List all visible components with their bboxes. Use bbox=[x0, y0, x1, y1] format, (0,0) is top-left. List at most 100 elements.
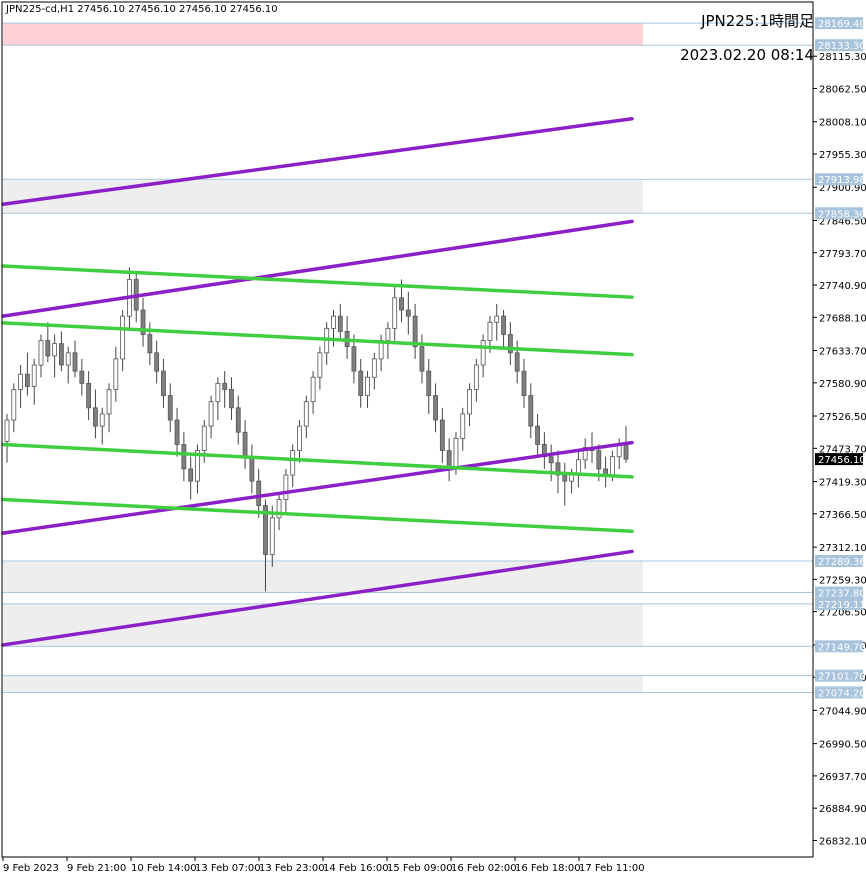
candle-body bbox=[460, 413, 466, 439]
candle-body bbox=[38, 340, 44, 366]
candle-body bbox=[521, 370, 527, 396]
y-tick-label: 27688.10 bbox=[819, 313, 866, 324]
candle-body bbox=[480, 340, 486, 366]
candle-body bbox=[371, 358, 377, 378]
y-tick-label: 27793.70 bbox=[819, 249, 866, 260]
green-trendline bbox=[1, 264, 634, 299]
level-tag-label: 27858.30 bbox=[818, 209, 866, 220]
candle-body bbox=[120, 315, 126, 360]
y-tick-label: 26832.10 bbox=[819, 836, 866, 847]
candle-body bbox=[337, 315, 343, 332]
candle-body bbox=[18, 373, 24, 390]
candle-body bbox=[99, 413, 105, 427]
candle-body bbox=[385, 327, 391, 341]
green-trendline bbox=[1, 321, 634, 357]
candle-body bbox=[528, 395, 534, 427]
candle-body bbox=[596, 450, 602, 470]
candle-body bbox=[317, 352, 323, 378]
zone-range bbox=[3, 603, 643, 647]
candle-body bbox=[201, 425, 207, 451]
level-tag-label: 28133.30 bbox=[818, 41, 866, 52]
y-tick-label: 27740.90 bbox=[819, 281, 866, 292]
candle-body bbox=[310, 376, 316, 403]
candle-body bbox=[181, 444, 187, 470]
candle-body bbox=[392, 297, 398, 329]
y-tick-label: 27366.50 bbox=[819, 510, 866, 521]
candle-body bbox=[487, 321, 493, 341]
y-tick-label: 28008.10 bbox=[819, 118, 866, 129]
level-tag-label: 27074.20 bbox=[818, 688, 866, 699]
y-tick-label: 28115.30 bbox=[819, 52, 866, 63]
candle-body bbox=[331, 315, 336, 329]
y-tick-label: 27044.90 bbox=[819, 706, 866, 717]
candle-body bbox=[174, 419, 180, 445]
candle-body bbox=[548, 456, 554, 464]
zone-range bbox=[3, 675, 643, 693]
current-price-label: 27456.10 bbox=[818, 455, 866, 466]
candle-body bbox=[222, 382, 228, 390]
y-tick-label: 26990.50 bbox=[819, 740, 866, 751]
candle-body bbox=[45, 340, 51, 357]
y-tick-label: 27633.70 bbox=[819, 347, 866, 358]
candle-body bbox=[535, 425, 540, 445]
candle-body bbox=[188, 468, 194, 482]
candles-layer bbox=[4, 267, 629, 592]
x-tick-label: 17 Feb 11:00 bbox=[579, 863, 645, 874]
candle-body bbox=[426, 370, 432, 396]
candle-body bbox=[514, 352, 520, 372]
candle-body bbox=[494, 315, 500, 323]
candle-body bbox=[161, 370, 166, 396]
chart-datetime: 2023.02.20 08:14 bbox=[680, 46, 814, 64]
candle-body bbox=[79, 370, 85, 384]
chart-container: 28115.30 28062.50 28008.10 27955.30 27900.90… bbox=[0, 0, 866, 876]
y-tick-label: 27259.30 bbox=[819, 575, 866, 586]
zone-range bbox=[3, 179, 643, 214]
purple-trendline bbox=[1, 219, 634, 318]
price-chart: 28115.3028062.5028008.1027955.3027900.90… bbox=[1, 1, 866, 874]
candle-body bbox=[31, 364, 37, 387]
candle-body bbox=[569, 474, 574, 482]
y-tick-label: 27419.30 bbox=[819, 478, 866, 489]
candle-body bbox=[106, 389, 112, 415]
candle-body bbox=[473, 364, 479, 390]
price-axis: 28115.3028062.5028008.1027955.3027900.90… bbox=[1, 1, 866, 858]
x-tick-label: 10 Feb 14:00 bbox=[131, 863, 197, 874]
y-tick-label: 27580.90 bbox=[819, 379, 866, 390]
candle-body bbox=[72, 352, 78, 372]
candle-body bbox=[229, 389, 234, 409]
candle-body bbox=[4, 419, 10, 442]
y-tick-label: 27312.10 bbox=[819, 543, 866, 554]
candle-body bbox=[249, 456, 255, 482]
x-tick-label: 16 Feb 02:00 bbox=[451, 863, 517, 874]
candle-body bbox=[208, 401, 214, 427]
x-tick-label: 14 Feb 16:00 bbox=[323, 863, 389, 874]
y-tick-label: 26937.70 bbox=[819, 772, 866, 783]
x-tick-label: 15 Feb 09:00 bbox=[387, 863, 453, 874]
candle-body bbox=[283, 474, 289, 500]
level-tag-label: 27237.80 bbox=[818, 588, 866, 599]
candle-body bbox=[269, 517, 275, 555]
candle-body bbox=[65, 352, 71, 366]
candle-body bbox=[167, 395, 173, 421]
candle-body bbox=[297, 425, 302, 451]
candle-body bbox=[242, 431, 248, 458]
candle-body bbox=[365, 376, 370, 396]
x-tick-label: 16 Feb 18:00 bbox=[515, 863, 581, 874]
purple-trendline bbox=[1, 440, 634, 535]
x-tick-label: 9 Feb 21:00 bbox=[67, 863, 126, 874]
y-tick-label: 27955.30 bbox=[819, 150, 866, 161]
candle-body bbox=[59, 343, 64, 366]
time-axis: 9 Feb 2023 9 Feb 21:00 10 Feb 14:0013 Feb … bbox=[2, 857, 645, 874]
y-tick-label: 26884.90 bbox=[819, 804, 866, 815]
candle-body bbox=[439, 419, 445, 451]
level-tag-label: 28169.40 bbox=[818, 19, 866, 30]
candle-body bbox=[501, 315, 506, 335]
level-tag-label: 27219.11 bbox=[818, 600, 866, 611]
y-tick-label: 28062.50 bbox=[819, 84, 866, 95]
candle-body bbox=[433, 395, 438, 421]
x-tick-label: 9 Feb 2023 bbox=[3, 863, 59, 874]
level-tag-label: 27101.70 bbox=[818, 672, 866, 683]
level-tag-label: 27149.70 bbox=[818, 642, 866, 653]
candle-body bbox=[113, 358, 119, 390]
candle-body bbox=[215, 382, 221, 403]
